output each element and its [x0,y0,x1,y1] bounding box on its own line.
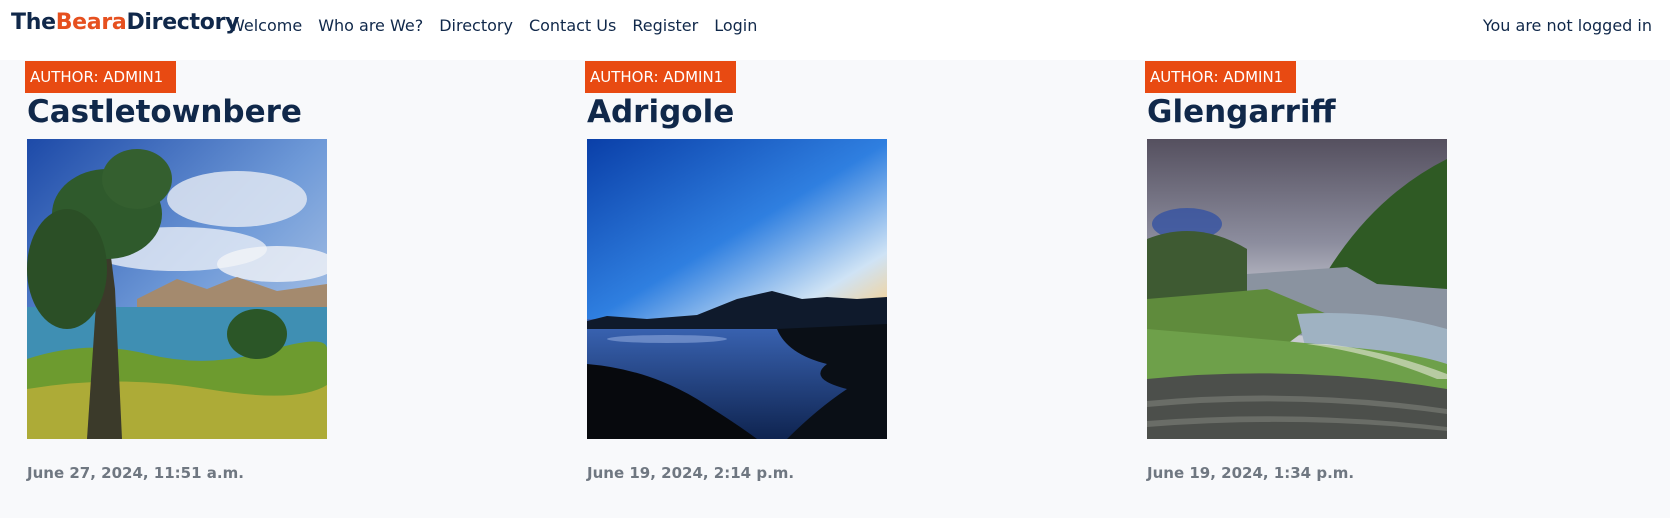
post-date: June 19, 2024, 1:34 p.m. [1147,464,1355,482]
glengarriff-image [1147,139,1447,439]
nav-directory-link[interactable]: Directory [439,16,513,35]
nav-welcome-link[interactable]: Welcome [229,16,302,35]
author-badge[interactable]: AUTHOR: ADMIN1 [1145,61,1296,93]
brand-part-directory: Directory [126,10,240,35]
nav-contact-us-link[interactable]: Contact Us [529,16,616,35]
post-title[interactable]: Glengarriff [1147,94,1336,130]
nav-who-are-we-link[interactable]: Who are We? [318,16,423,35]
post-date: June 27, 2024, 11:51 a.m. [27,464,244,482]
post-image-adrigole[interactable] [587,139,887,439]
post-title[interactable]: Castletownbere [27,94,302,130]
author-badge[interactable]: AUTHOR: ADMIN1 [25,61,176,93]
adrigole-image [587,139,887,439]
nav-login-link[interactable]: Login [714,16,757,35]
post-image-castletownbere[interactable] [27,139,327,439]
author-badge[interactable]: AUTHOR: ADMIN1 [585,61,736,93]
nav-register-link[interactable]: Register [632,16,698,35]
brand-part-the: The [11,10,56,35]
post-date: June 19, 2024, 2:14 p.m. [587,464,795,482]
post-image-glengarriff[interactable] [1147,139,1447,439]
nav-links: Welcome Who are We? Directory Contact Us… [229,16,757,35]
brand-logo[interactable]: TheBearaDirectory [11,10,239,35]
brand-part-beara: Beara [55,10,127,35]
post-title[interactable]: Adrigole [587,94,734,130]
castletownbere-image [27,139,327,439]
login-status: You are not logged in [1482,16,1652,35]
navbar: TheBearaDirectory Welcome Who are We? Di… [0,0,1670,60]
